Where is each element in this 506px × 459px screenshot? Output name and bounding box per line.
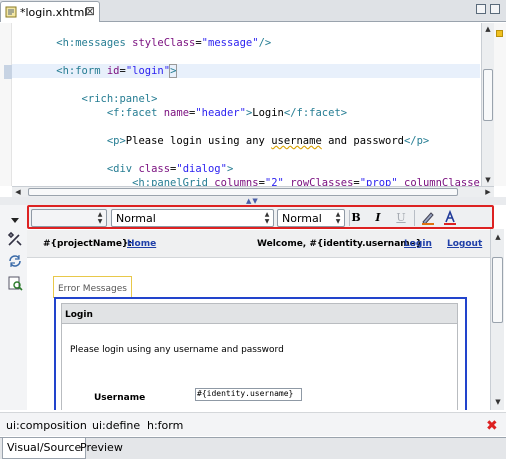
bold-button[interactable]: B xyxy=(347,210,365,226)
maximize-icon[interactable] xyxy=(490,4,500,14)
code-token: /> xyxy=(258,37,272,49)
code-token: username xyxy=(271,135,322,147)
paragraph-style-value: Normal xyxy=(116,212,156,225)
close-path-icon[interactable]: ✖ xyxy=(486,418,498,434)
code-line[interactable]: <p>Please login using any username and p… xyxy=(12,134,480,148)
login-instruction-text: Please login using any username and pass… xyxy=(70,345,284,355)
code-token: "login" xyxy=(125,65,171,77)
toolbar-separator xyxy=(414,210,415,226)
code-token: id xyxy=(106,65,120,77)
code-token: "dialog" xyxy=(176,163,227,175)
element-path-bar: ui:composition ui:define h:form ✖ xyxy=(0,412,506,436)
code-token: "message" xyxy=(201,37,259,49)
code-token: name xyxy=(163,107,190,119)
username-input-value: #{identity.username} xyxy=(197,389,294,398)
code-token: and password xyxy=(321,135,404,147)
spinner-arrows-icon[interactable]: ▲ ▼ xyxy=(95,211,105,225)
error-messages-box[interactable]: Error Messages xyxy=(53,276,132,298)
editor-tab-title: *login.xhtml xyxy=(20,6,88,19)
spinner-arrows-icon[interactable]: ▲ ▼ xyxy=(262,211,272,225)
underline-button[interactable]: U xyxy=(392,210,410,226)
dropdown-menu-icon[interactable] xyxy=(7,212,23,228)
code-token: <h:form xyxy=(56,65,107,77)
login-panel-header: Login xyxy=(62,304,457,324)
preview-page-header: #{projectName}: Home Welcome, #{identity… xyxy=(27,230,490,258)
code-token: </p> xyxy=(403,135,430,147)
formatting-toolbar: ▲ ▼ Normal ▲ ▼ Normal ▲ ▼ B I U xyxy=(27,205,494,229)
code-token: > xyxy=(226,163,234,175)
code-token: > xyxy=(169,64,178,78)
code-token: <h:messages xyxy=(56,37,133,49)
breadcrumb-ui-define[interactable]: ui:define xyxy=(92,419,140,432)
tab-visual-source[interactable]: Visual/Source xyxy=(2,438,87,459)
warning-marker-icon[interactable] xyxy=(496,30,503,37)
overview-ruler xyxy=(494,23,506,186)
font-family-select[interactable]: ▲ ▼ xyxy=(31,209,107,227)
scrollbar-thumb[interactable] xyxy=(28,188,458,196)
current-line-marker xyxy=(4,65,12,79)
spinner-arrows-icon[interactable]: ▲ ▼ xyxy=(333,211,343,225)
code-token: <f:facet xyxy=(106,107,164,119)
paragraph-style-select[interactable]: Normal ▲ ▼ xyxy=(111,209,274,227)
error-messages-label: Error Messages xyxy=(58,284,127,294)
code-token: <rich:panel> xyxy=(81,93,158,105)
editor-tab-login-xhtml[interactable]: *login.xhtml ⊠ xyxy=(0,1,100,22)
minimize-icon[interactable] xyxy=(476,4,486,14)
code-line[interactable]: <f:facet name="header">Login</f:facet> xyxy=(12,106,480,120)
editor-tab-strip: *login.xhtml ⊠ xyxy=(0,0,506,22)
tools-icon[interactable] xyxy=(7,231,23,247)
code-line[interactable] xyxy=(12,148,480,162)
code-line[interactable]: <div class="dialog"> xyxy=(12,162,480,176)
scroll-down-icon[interactable]: ▼ xyxy=(482,174,494,186)
tab-preview[interactable]: Preview xyxy=(76,438,127,459)
highlight-color-icon[interactable] xyxy=(419,210,437,226)
code-token: <div xyxy=(106,163,139,175)
code-token: Login xyxy=(252,107,284,119)
code-line[interactable] xyxy=(12,78,480,92)
breadcrumb-h-form[interactable]: h:form xyxy=(147,419,183,432)
project-name-text: #{projectName}: xyxy=(43,239,132,249)
breadcrumb-ui-composition[interactable]: ui:composition xyxy=(6,419,87,432)
username-input[interactable]: #{identity.username} xyxy=(195,388,302,401)
code-token: <p> xyxy=(106,135,126,147)
scroll-up-icon[interactable]: ▲ xyxy=(482,23,494,35)
preview-vertical-scrollbar[interactable]: ▲ ▼ xyxy=(490,229,504,410)
code-token: class xyxy=(138,163,171,175)
editor-vertical-scrollbar[interactable]: ▲ ▼ xyxy=(481,23,494,186)
code-line[interactable]: <h:form id="login"> xyxy=(12,64,480,78)
code-token: styleClass xyxy=(132,37,196,49)
font-size-value: Normal xyxy=(282,212,322,225)
source-editor[interactable]: <h:messages styleClass="message"/> <h:fo… xyxy=(0,23,506,189)
collapse-arrows-icon[interactable]: ▲▼ xyxy=(246,197,259,205)
code-line[interactable] xyxy=(12,50,480,64)
welcome-text: Welcome, #{identity.username} xyxy=(257,239,423,249)
refresh-icon[interactable] xyxy=(7,253,23,269)
close-icon[interactable]: ⊠ xyxy=(85,4,95,18)
code-token: Please login using any xyxy=(125,135,272,147)
home-link[interactable]: Home xyxy=(127,239,156,249)
editor-splitter[interactable]: ▲▼ xyxy=(0,197,506,205)
scroll-down-icon[interactable]: ▼ xyxy=(492,396,504,408)
code-line[interactable]: <h:messages styleClass="message"/> xyxy=(12,36,480,50)
code-token: </f:facet> xyxy=(283,107,348,119)
visual-editor-side-toolbar xyxy=(0,205,27,410)
code-token: "header" xyxy=(195,107,246,119)
editor-left-ruler xyxy=(0,23,12,186)
code-line[interactable] xyxy=(12,120,480,134)
login-link[interactable]: Login xyxy=(404,239,432,249)
username-label: Username xyxy=(94,393,146,403)
font-color-icon[interactable] xyxy=(441,210,459,226)
preview-page-icon[interactable] xyxy=(7,275,23,291)
scrollbar-thumb[interactable] xyxy=(492,257,503,323)
editor-horizontal-scrollbar[interactable]: ◀ ▶ xyxy=(12,186,494,197)
logout-link[interactable]: Logout xyxy=(447,239,482,249)
xhtml-file-icon xyxy=(5,6,17,18)
italic-button[interactable]: I xyxy=(369,210,387,226)
editor-mode-tabs: Visual/Source Preview xyxy=(0,437,506,459)
scroll-up-icon[interactable]: ▲ xyxy=(492,231,504,243)
code-line[interactable]: <rich:panel> xyxy=(12,92,480,106)
scrollbar-thumb[interactable] xyxy=(483,69,493,121)
font-size-select[interactable]: Normal ▲ ▼ xyxy=(277,209,345,227)
login-panel-title: Login xyxy=(65,310,93,320)
